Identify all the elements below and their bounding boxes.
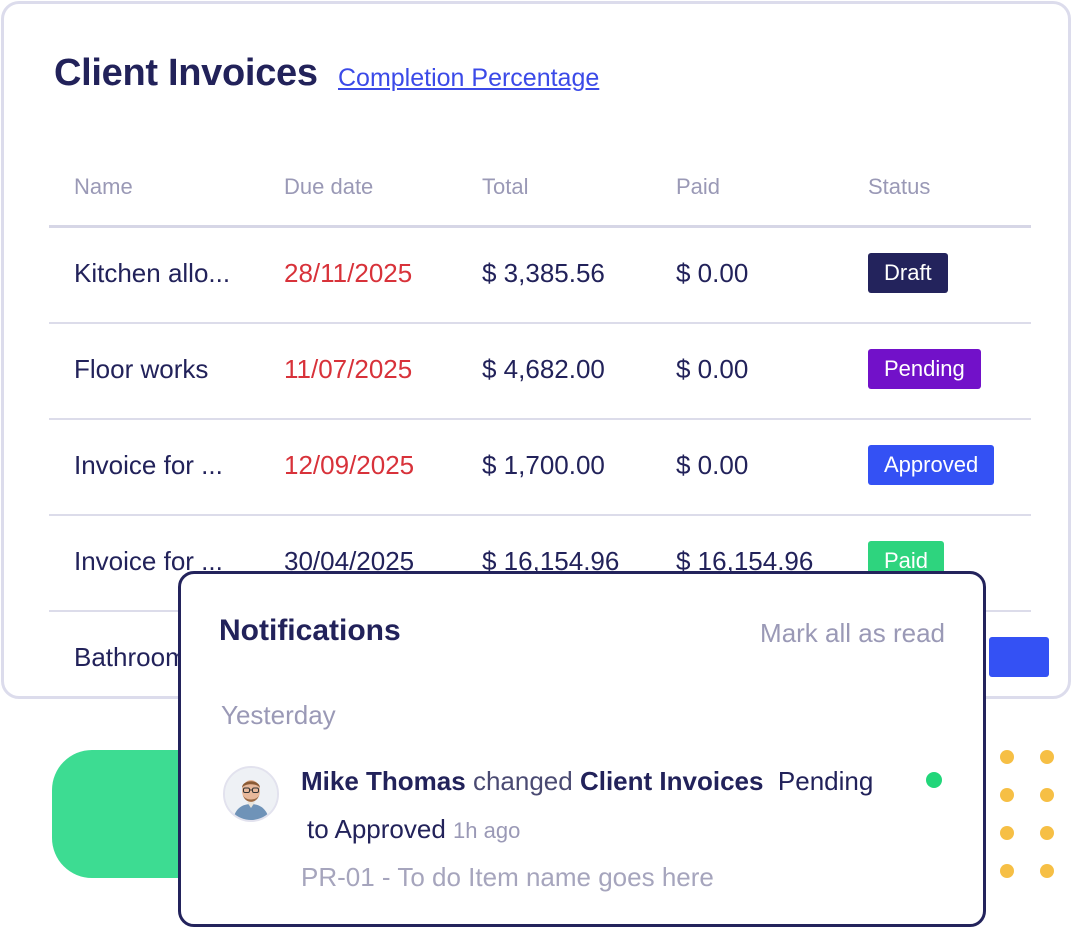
table-row[interactable]: Kitchen allo... 28/11/2025 $ 3,385.56 $ … — [49, 228, 1031, 324]
invoice-total: $ 1,700.00 — [482, 450, 605, 480]
invoice-due-date: 11/07/2025 — [284, 354, 413, 384]
column-header-name[interactable]: Name — [74, 174, 133, 200]
notification-to-status: Approved — [334, 814, 446, 844]
notification-action: changed — [472, 766, 573, 796]
notification-user: Mike Thomas — [301, 766, 466, 796]
notifications-panel: Notifications Mark all as read Yesterday… — [178, 571, 986, 927]
notification-from-status: Pending — [777, 766, 874, 796]
status-badge: Pending — [868, 349, 981, 389]
notification-to-word: to — [307, 814, 329, 844]
status-badge: Draft — [868, 253, 948, 293]
page-title: Client Invoices — [54, 52, 318, 94]
decorative-dot — [1000, 750, 1014, 764]
invoice-total: $ 4,682.00 — [482, 354, 605, 384]
decorative-dot — [1000, 826, 1014, 840]
invoice-paid: $ 0.00 — [676, 450, 749, 480]
mark-all-read-button[interactable]: Mark all as read — [760, 618, 945, 649]
invoice-due-date: 12/09/2025 — [284, 450, 415, 480]
status-badge: Approved — [868, 445, 995, 485]
notification-message-line2: to Approved 1h ago — [307, 814, 520, 845]
status-badge — [989, 637, 1049, 677]
decorative-dot — [1040, 750, 1054, 764]
table-row[interactable]: Floor works 11/07/2025 $ 4,682.00 $ 0.00… — [49, 324, 1031, 420]
notification-target: Client Invoices — [579, 766, 764, 796]
invoice-name: Invoice for ... — [74, 450, 223, 480]
column-header-total[interactable]: Total — [482, 174, 528, 200]
decorative-dot — [1000, 864, 1014, 878]
decorative-dot — [1000, 788, 1014, 802]
invoice-name: Bathroom — [74, 642, 187, 672]
column-header-due-date[interactable]: Due date — [284, 174, 373, 200]
invoice-due-date: 28/11/2025 — [284, 258, 413, 288]
invoice-total: $ 3,385.56 — [482, 258, 605, 288]
invoice-paid: $ 0.00 — [676, 258, 749, 288]
decorative-dot — [1040, 788, 1054, 802]
invoice-name: Floor works — [74, 354, 209, 384]
notifications-title: Notifications — [219, 614, 401, 647]
invoice-name: Kitchen allo... — [74, 258, 231, 288]
column-header-status[interactable]: Status — [868, 174, 930, 200]
decorative-dot — [1040, 826, 1054, 840]
notification-detail: PR-01 - To do Item name goes here — [301, 862, 714, 892]
table-row[interactable]: Invoice for ... 12/09/2025 $ 1,700.00 $ … — [49, 420, 1031, 516]
notification-message[interactable]: Mike Thomas changed Client Invoices Pend… — [301, 766, 873, 797]
completion-percentage-link[interactable]: Completion Percentage — [338, 64, 599, 93]
column-header-paid[interactable]: Paid — [676, 174, 720, 200]
invoice-paid: $ 0.00 — [676, 354, 749, 384]
user-avatar[interactable] — [223, 766, 279, 822]
user-avatar-icon — [225, 768, 277, 820]
decorative-dot — [1040, 864, 1054, 878]
unread-indicator-icon — [926, 772, 942, 788]
notification-time: 1h ago — [453, 818, 521, 843]
notification-group-label: Yesterday — [221, 700, 336, 730]
